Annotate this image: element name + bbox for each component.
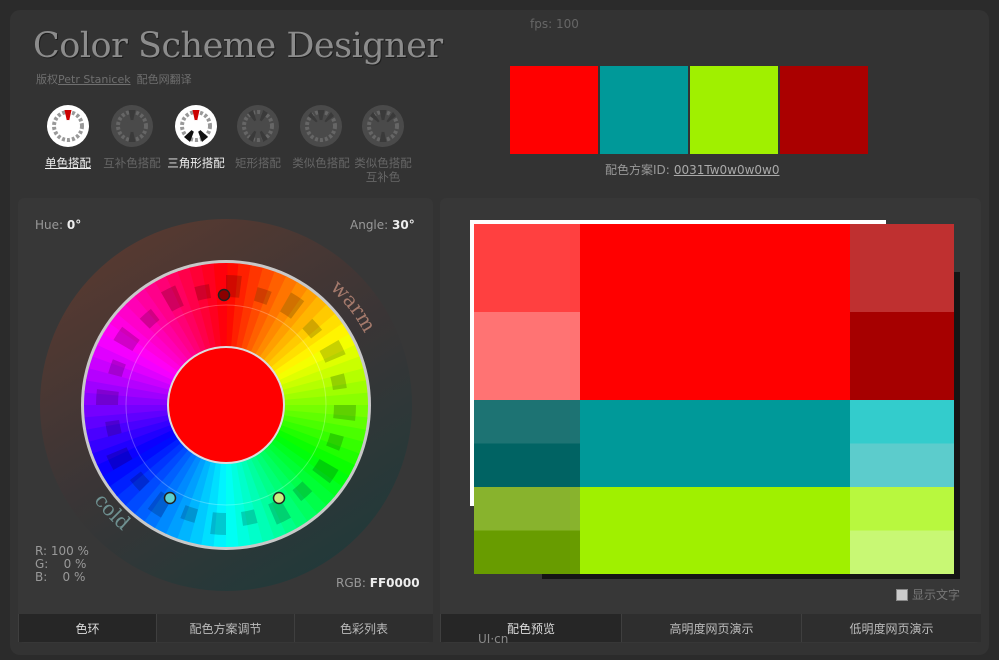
fps-counter: fps: 100 bbox=[530, 17, 579, 31]
scheme-preview-grid bbox=[474, 224, 954, 574]
preview-tile-right bbox=[850, 224, 954, 312]
right-tabs: 配色预览 高明度网页演示 低明度网页演示 bbox=[440, 614, 981, 642]
secondary-hue-handle-a[interactable] bbox=[163, 491, 177, 505]
author-link[interactable]: Petr Stanicek bbox=[58, 73, 131, 86]
mode-triad[interactable]: 三角形搭配 bbox=[166, 104, 226, 170]
credit-prefix: 版权 bbox=[36, 73, 58, 86]
mode-label: 类似色搭配互补色 bbox=[354, 156, 412, 184]
preview-tile-left bbox=[474, 224, 580, 312]
tab-dark-page-demo[interactable]: 低明度网页演示 bbox=[801, 614, 981, 642]
b-value: B: 0 % bbox=[35, 570, 86, 584]
preview-tile-left bbox=[474, 443, 580, 487]
scheme-id-label: 配色方案ID: bbox=[605, 163, 670, 177]
mode-tetrad[interactable]: 矩形搭配 bbox=[228, 104, 288, 170]
mode-accented-analogic[interactable]: 类似色搭配互补色 bbox=[353, 104, 413, 184]
swatch-secondary-b[interactable] bbox=[690, 66, 778, 154]
preview-tile-main bbox=[580, 224, 850, 400]
preview-tile-right bbox=[850, 487, 954, 531]
credit-line: 版权Petr Stanicek 配色网翻译 bbox=[36, 71, 192, 87]
scheme-id-link[interactable]: 0031Tw0w0w0w0 bbox=[674, 163, 780, 177]
mode-complement[interactable]: 互补色搭配 bbox=[102, 104, 162, 170]
tab-color-list[interactable]: 色彩列表 bbox=[294, 614, 433, 642]
watermark: UI·cn bbox=[478, 632, 509, 646]
tetrad-mode-icon bbox=[237, 105, 279, 147]
mode-analogic[interactable]: 类似色搭配 bbox=[291, 104, 351, 170]
scheme-id: 配色方案ID: 0031Tw0w0w0w0 bbox=[605, 161, 780, 178]
analogic-mode-icon bbox=[300, 105, 342, 147]
preview-tile-right bbox=[850, 530, 954, 574]
mode-mono[interactable]: 单色搭配 bbox=[38, 104, 98, 170]
swatch-primary[interactable] bbox=[510, 66, 598, 154]
hue-shade-step bbox=[96, 389, 119, 405]
left-tabs: 色环 配色方案调节 色彩列表 bbox=[18, 614, 433, 642]
tab-scheme-preview[interactable]: 配色预览 bbox=[440, 614, 621, 642]
show-text-checkbox[interactable] bbox=[896, 588, 908, 601]
tab-color-wheel[interactable]: 色环 bbox=[18, 614, 156, 642]
tab-light-page-demo[interactable]: 高明度网页演示 bbox=[621, 614, 801, 642]
mode-label: 三角形搭配 bbox=[167, 156, 225, 170]
complement-mode-icon bbox=[111, 105, 153, 147]
secondary-hue-handle-b[interactable] bbox=[272, 491, 286, 505]
color-wheel[interactable]: warm cold bbox=[40, 219, 412, 591]
primary-hue-handle[interactable] bbox=[217, 288, 231, 302]
scheme-swatches bbox=[510, 66, 868, 156]
preview-tile-right bbox=[850, 312, 954, 400]
rgb-percent-readout: R: 100 % G: 0 % B: 0 % bbox=[35, 545, 89, 584]
swatch-secondary-a[interactable] bbox=[600, 66, 688, 154]
rgb-label: RGB: bbox=[336, 576, 366, 590]
show-text-label: 显示文字 bbox=[912, 588, 961, 602]
mode-label: 类似色搭配 bbox=[292, 156, 350, 170]
mode-label: 单色搭配 bbox=[45, 156, 91, 170]
mono-mode-icon bbox=[47, 105, 89, 147]
translate-credit: 配色网翻译 bbox=[136, 73, 192, 86]
swatch-primary-dark[interactable] bbox=[780, 66, 868, 154]
app-title: Color Scheme Designer bbox=[33, 26, 443, 66]
triad-mode-icon bbox=[175, 105, 217, 147]
mode-label: 矩形搭配 bbox=[235, 156, 281, 170]
center-color-disc bbox=[167, 346, 285, 464]
tab-scheme-adjust[interactable]: 配色方案调节 bbox=[156, 614, 294, 642]
preview-tile-right bbox=[850, 400, 954, 444]
preview-tile-left bbox=[474, 487, 580, 531]
hue-shade-step bbox=[333, 405, 356, 421]
mode-label: 互补色搭配 bbox=[103, 156, 161, 170]
preview-tile-left bbox=[474, 400, 580, 444]
preview-tile-main bbox=[580, 400, 850, 487]
hue-shade-step bbox=[210, 512, 226, 535]
show-text-toggle[interactable]: 显示文字 bbox=[896, 586, 960, 603]
preview-tile-left bbox=[474, 530, 580, 574]
preview-tile-main bbox=[580, 487, 850, 574]
preview-tile-left bbox=[474, 312, 580, 400]
rgb-value[interactable]: FF0000 bbox=[370, 576, 420, 590]
preview-tile-right bbox=[850, 443, 954, 487]
rgb-hex-readout: RGB: FF0000 bbox=[336, 576, 420, 590]
accented-analogic-mode-icon bbox=[362, 105, 404, 147]
